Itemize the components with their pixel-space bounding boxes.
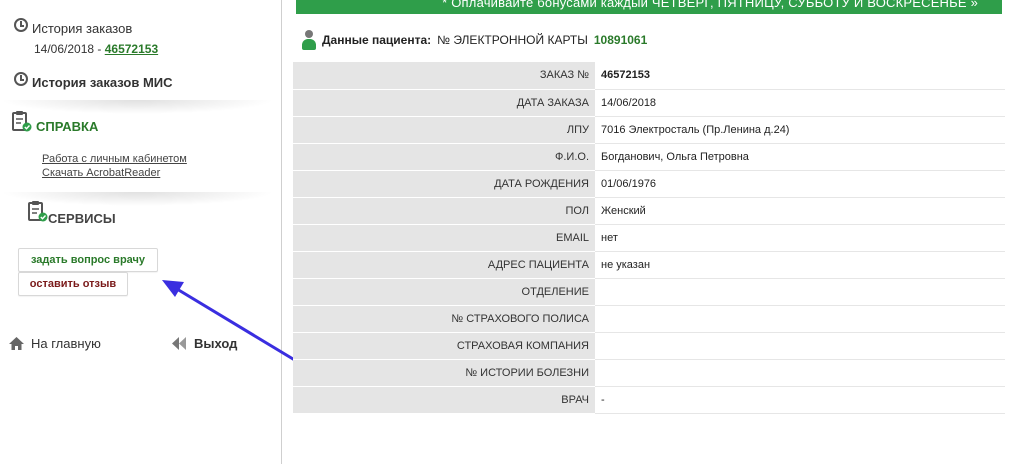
- row-label: ПОЛ: [293, 197, 595, 225]
- leave-review-button[interactable]: оставить отзыв: [18, 272, 128, 296]
- table-row: № ИСТОРИИ БОЛЕЗНИ: [293, 359, 1005, 387]
- help-link-acrobat[interactable]: Скачать AcrobatReader: [42, 166, 187, 180]
- patient-details-table: ЗАКАЗ № 46572153 ДАТА ЗАКАЗА 14/06/2018 ЛП…: [293, 62, 1005, 414]
- row-label: СТРАХОВАЯ КОМПАНИЯ: [293, 332, 595, 360]
- table-row: ЛПУ 7016 Электросталь (Пр.Ленина д.24): [293, 116, 1005, 144]
- order-history-link[interactable]: 46572153: [105, 42, 158, 56]
- row-label: Ф.И.О.: [293, 143, 595, 171]
- row-label: ЗАКАЗ №: [293, 62, 595, 90]
- table-row: ОТДЕЛЕНИЕ: [293, 278, 1005, 306]
- row-label: ДАТА ЗАКАЗА: [293, 89, 595, 117]
- row-label: ЛПУ: [293, 116, 595, 144]
- card-label: № ЭЛЕКТРОННОЙ КАРТЫ: [437, 33, 588, 47]
- row-value: 46572153: [595, 62, 1005, 90]
- clock-icon: [14, 72, 28, 86]
- row-value: Женский: [595, 197, 1005, 225]
- help-link-cabinet[interactable]: Работа с личным кабинетом: [42, 152, 187, 166]
- row-value: Богданович, Ольга Петровна: [595, 143, 1005, 171]
- home-link-label: На главную: [31, 336, 101, 351]
- table-row: № СТРАХОВОГО ПОЛИСА: [293, 305, 1005, 333]
- clock-icon: [14, 18, 28, 32]
- row-label: ОТДЕЛЕНИЕ: [293, 278, 595, 306]
- row-label: АДРЕС ПАЦИЕНТА: [293, 251, 595, 279]
- help-links: Работа с личным кабинетом Скачать Acroba…: [42, 152, 187, 180]
- mis-history-title[interactable]: История заказов МИС: [32, 75, 173, 90]
- table-row: ДАТА ЗАКАЗА 14/06/2018: [293, 89, 1005, 117]
- row-value: [595, 332, 1005, 360]
- table-row: EMAIL нет: [293, 224, 1005, 252]
- row-value: [595, 278, 1005, 306]
- row-label: ДАТА РОЖДЕНИЯ: [293, 170, 595, 198]
- row-value: 7016 Электросталь (Пр.Ленина д.24): [595, 116, 1005, 144]
- person-icon: [302, 30, 316, 50]
- table-row: АДРЕС ПАЦИЕНТА не указан: [293, 251, 1005, 279]
- promo-banner[interactable]: * Оплачивайте бонусами каждый ЧЕТВЕРГ, П…: [296, 0, 1002, 14]
- table-row: Ф.И.О. Богданович, Ольга Петровна: [293, 143, 1005, 171]
- row-label: ВРАЧ: [293, 386, 595, 414]
- row-value: -: [595, 386, 1005, 414]
- clipboard-check-icon: [28, 201, 48, 222]
- home-icon: [9, 337, 24, 350]
- row-value: 01/06/1976: [595, 170, 1005, 198]
- clipboard-check-icon: [12, 111, 32, 132]
- row-value: [595, 359, 1005, 387]
- table-row: ЗАКАЗ № 46572153: [293, 62, 1005, 90]
- services-section-title: СЕРВИСЫ: [48, 211, 116, 226]
- section-divider: [0, 100, 275, 114]
- table-row: ДАТА РОЖДЕНИЯ 01/06/1976: [293, 170, 1005, 198]
- table-row: ВРАЧ -: [293, 386, 1005, 414]
- row-value: не указан: [595, 251, 1005, 279]
- help-section-title: СПРАВКА: [36, 119, 99, 134]
- patient-header: Данные пациента: № ЭЛЕКТРОННОЙ КАРТЫ 108…: [302, 30, 647, 50]
- table-row: СТРАХОВАЯ КОМПАНИЯ: [293, 332, 1005, 360]
- sidebar: История заказов 14/06/2018 - 46572153 Ис…: [0, 0, 282, 464]
- row-value: [595, 305, 1005, 333]
- ask-doctor-button[interactable]: задать вопрос врачу: [18, 248, 158, 272]
- home-link[interactable]: На главную: [8, 336, 101, 351]
- table-row: ПОЛ Женский: [293, 197, 1005, 225]
- annotation-arrow: [162, 280, 300, 364]
- card-number: 10891061: [593, 33, 648, 47]
- row-label: № ИСТОРИИ БОЛЕЗНИ: [293, 359, 595, 387]
- row-label: № СТРАХОВОГО ПОЛИСА: [293, 305, 595, 333]
- order-history-entry: 14/06/2018 - 46572153: [34, 42, 158, 56]
- row-value: нет: [595, 224, 1005, 252]
- promo-banner-text: * Оплачивайте бонусами каждый ЧЕТВЕРГ, П…: [442, 0, 978, 10]
- patient-label: Данные пациента:: [322, 33, 432, 47]
- row-value: 14/06/2018: [595, 89, 1005, 117]
- order-history-date: 14/06/2018 -: [34, 42, 105, 56]
- order-history-title[interactable]: История заказов: [32, 21, 132, 36]
- row-label: EMAIL: [293, 224, 595, 252]
